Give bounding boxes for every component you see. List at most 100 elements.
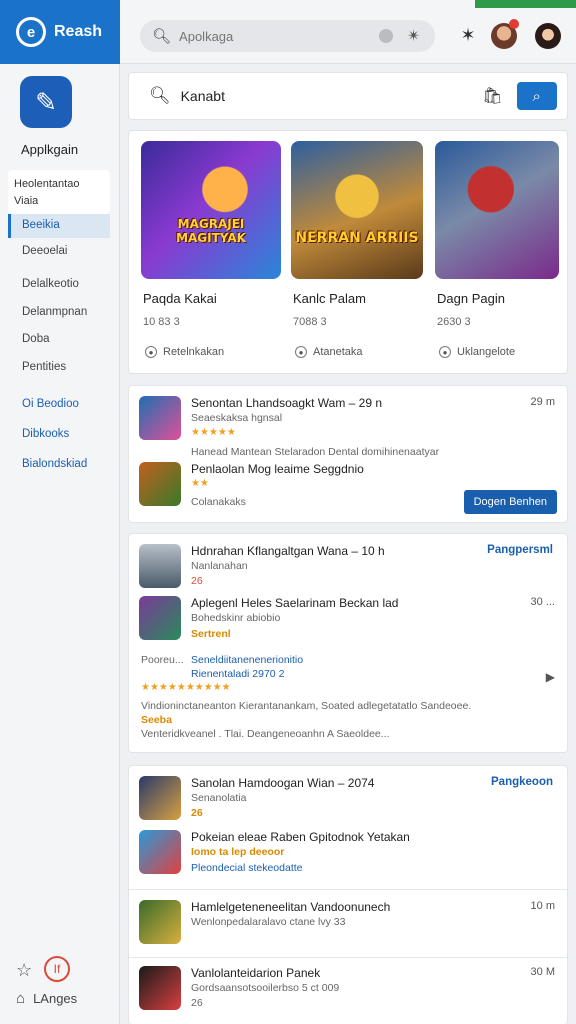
top-search-bar[interactable]: 🔍︎ ✴	[140, 20, 435, 52]
app-count: 26	[191, 575, 203, 587]
app-subtitle: Bohedskinr abiobio	[191, 612, 281, 624]
app-subtitle: Seaeskaksa hgnsal	[191, 412, 283, 424]
app-title: Senontan Lhandsoagkt Wam – 29 n	[191, 396, 383, 410]
featured-item[interactable]: MAGRAJEI MAGITYAK Paqda Kakai 10 83 3 ● R…	[141, 141, 281, 358]
row-description: Venteridkveanel . Tlai. Deangeneoanhn A …	[141, 728, 390, 740]
row-description: Vindioninctaneanton Kierantanankam, Soat…	[141, 700, 472, 712]
app-list-card: Sanolan Hamdoogan Wian – 2074 Senanolati…	[128, 765, 568, 1024]
app-thumbnail	[139, 776, 181, 820]
app-tag: Iomo ta lep deeoor	[191, 846, 285, 858]
list-item[interactable]: Pooreu... Seneldiitanenenerionitio Riene…	[139, 654, 557, 744]
app-subtitle: Pleondecial stekeodatte	[191, 862, 303, 874]
rating-stars: ★★★★★	[191, 427, 236, 438]
featured-tag[interactable]: ● Uklangelote	[435, 346, 575, 358]
sidebar-card-line1: Heolentantao	[14, 178, 80, 190]
mic-icon[interactable]	[379, 29, 394, 43]
app-title: Hamlelgeteneneelitan Vandoonunech	[191, 900, 391, 914]
app-title: Sanolan Hamdoogan Wian – 2074	[191, 776, 375, 790]
notification-badge	[509, 19, 519, 29]
app-count: 26	[191, 997, 203, 1009]
app-title: Vanlolanteidarion Panek	[191, 966, 321, 980]
featured-stat: 7088 3	[293, 316, 327, 328]
app-logo-icon[interactable]: ✎	[20, 76, 72, 128]
sparkle-icon[interactable]: ✴	[407, 26, 420, 46]
brand-name: Reash	[54, 23, 103, 40]
app-subtitle: Gordsaansotsooilerbso 5 ct 009	[191, 982, 340, 994]
list-item[interactable]: Aplegenl Heles Saelarinam Beckan lad Boh…	[139, 596, 557, 646]
app-thumbnail	[139, 596, 181, 640]
link-button[interactable]: Pangkeoon	[491, 776, 553, 788]
list-item[interactable]: Hdnrahan Kflangaltgan Wana – 10 h Nanlan…	[139, 544, 557, 594]
star-icon[interactable]: ☆	[16, 960, 32, 981]
featured-stat: 10 83 3	[143, 316, 180, 328]
app-thumbnail	[139, 462, 181, 506]
sidebar-link[interactable]: Oi Beodioo	[8, 393, 110, 417]
app-thumbnail	[139, 544, 181, 588]
app-meta: 30 ...	[530, 596, 555, 608]
featured-tag[interactable]: ● Atanetaka	[291, 346, 431, 358]
brand[interactable]: e Reash	[0, 0, 120, 64]
footer-badge[interactable]: If	[44, 956, 70, 982]
bag-icon[interactable]: 🛍︎	[482, 86, 502, 106]
sidebar-item[interactable]: Delanmpnan	[8, 301, 110, 325]
app-list-card: Senontan Lhandsoagkt Wam – 29 n Seaeskak…	[128, 385, 568, 523]
top-search-input[interactable]	[179, 28, 370, 44]
app-subtitle: Senanolatia	[191, 792, 247, 804]
app-title: Hdnrahan Kflangaltgan Wana – 10 h	[191, 544, 385, 558]
brand-logo-icon: e	[16, 17, 46, 47]
top-bar: e Reash 🔍︎ ✴ ✶	[0, 0, 576, 64]
featured-thumbnail: NERRAN ARRIIS	[291, 141, 423, 279]
row-blue-text: Seneldiitanenenerionitio	[191, 654, 304, 666]
row-blue-text: Rienentaladi 2970 2	[191, 668, 285, 680]
status-strip	[475, 0, 576, 8]
profile-avatar[interactable]	[535, 23, 561, 49]
divider	[129, 889, 567, 890]
list-item[interactable]: Hamlelgeteneneelitan Vandoonunech Wenlon…	[139, 900, 557, 950]
app-count: 26	[191, 807, 203, 819]
app-tag: Sertrenl	[191, 628, 231, 640]
tag-icon: ●	[145, 346, 157, 358]
featured-tag-label: Uklangelote	[457, 346, 516, 358]
sidebar-item[interactable]: Pentities	[8, 356, 110, 380]
featured-tag[interactable]: ● Retelnkakan	[141, 346, 281, 358]
sidebar-link[interactable]: Dibkooks	[8, 423, 110, 447]
pin-icon[interactable]: ✶	[455, 22, 481, 48]
featured-thumbnail	[435, 141, 559, 279]
featured-tag-label: Retelnkakan	[163, 346, 225, 358]
app-title: Penlaolan Mog leaime Seggdnio	[191, 462, 364, 476]
link-button[interactable]: Pangpersml	[487, 544, 553, 556]
app-meta: 29 m	[530, 396, 555, 408]
language-selector[interactable]: ⌂ LAnges	[16, 990, 77, 1007]
featured-card: MAGRAJEI MAGITYAK Paqda Kakai 10 83 3 ● R…	[128, 130, 568, 374]
list-item[interactable]: Sanolan Hamdoogan Wian – 2074 Senanolati…	[139, 776, 557, 828]
app-thumbnail	[139, 830, 181, 874]
sidebar-item-active[interactable]: Beeikia	[8, 214, 110, 238]
featured-stat: 2630 3	[437, 316, 471, 328]
app-thumbnail	[139, 966, 181, 1010]
globe-icon: ⌂	[16, 990, 26, 1007]
featured-name: Paqda Kakai	[143, 291, 217, 306]
app-title: Applkgain	[21, 142, 79, 157]
main-search-input[interactable]	[180, 88, 461, 104]
action-button[interactable]: Dogen Benhen	[463, 490, 557, 514]
sidebar-card[interactable]: Heolentantao Viaia	[8, 170, 110, 214]
row-tag: Seeba	[141, 714, 172, 726]
sidebar-item[interactable]: Doba	[8, 328, 110, 352]
sidebar-item[interactable]: Deeoelai	[8, 240, 110, 264]
featured-item[interactable]: NERRAN ARRIIS Kanlc Palam 7088 3 ● Atanet…	[291, 141, 431, 358]
play-icon[interactable]: ▶	[546, 670, 555, 684]
row-label: Pooreu...	[141, 654, 184, 666]
sidebar-link[interactable]: Bialondskiad	[8, 453, 110, 477]
featured-name: Dagn Pagin	[437, 291, 505, 306]
list-item[interactable]: Vanlolanteidarion Panek Gordsaansotsooil…	[139, 966, 557, 1016]
featured-item[interactable]: Dagn Pagin 2630 3 ● Uklangelote	[435, 141, 575, 358]
divider	[129, 957, 567, 958]
search-button[interactable]: ⌕	[516, 82, 557, 110]
app-thumbnail	[139, 396, 181, 440]
list-item[interactable]: Pokeian eleae Raben Gpitodnok Yetakan Io…	[139, 830, 557, 880]
tag-icon: ●	[295, 346, 307, 358]
sidebar-item[interactable]: Delalkeotio	[8, 273, 110, 297]
sidebar-card-line2: Viaia	[14, 195, 39, 207]
featured-caption: NERRAN ARRIIS	[295, 230, 419, 246]
featured-name: Kanlc Palam	[293, 291, 366, 306]
